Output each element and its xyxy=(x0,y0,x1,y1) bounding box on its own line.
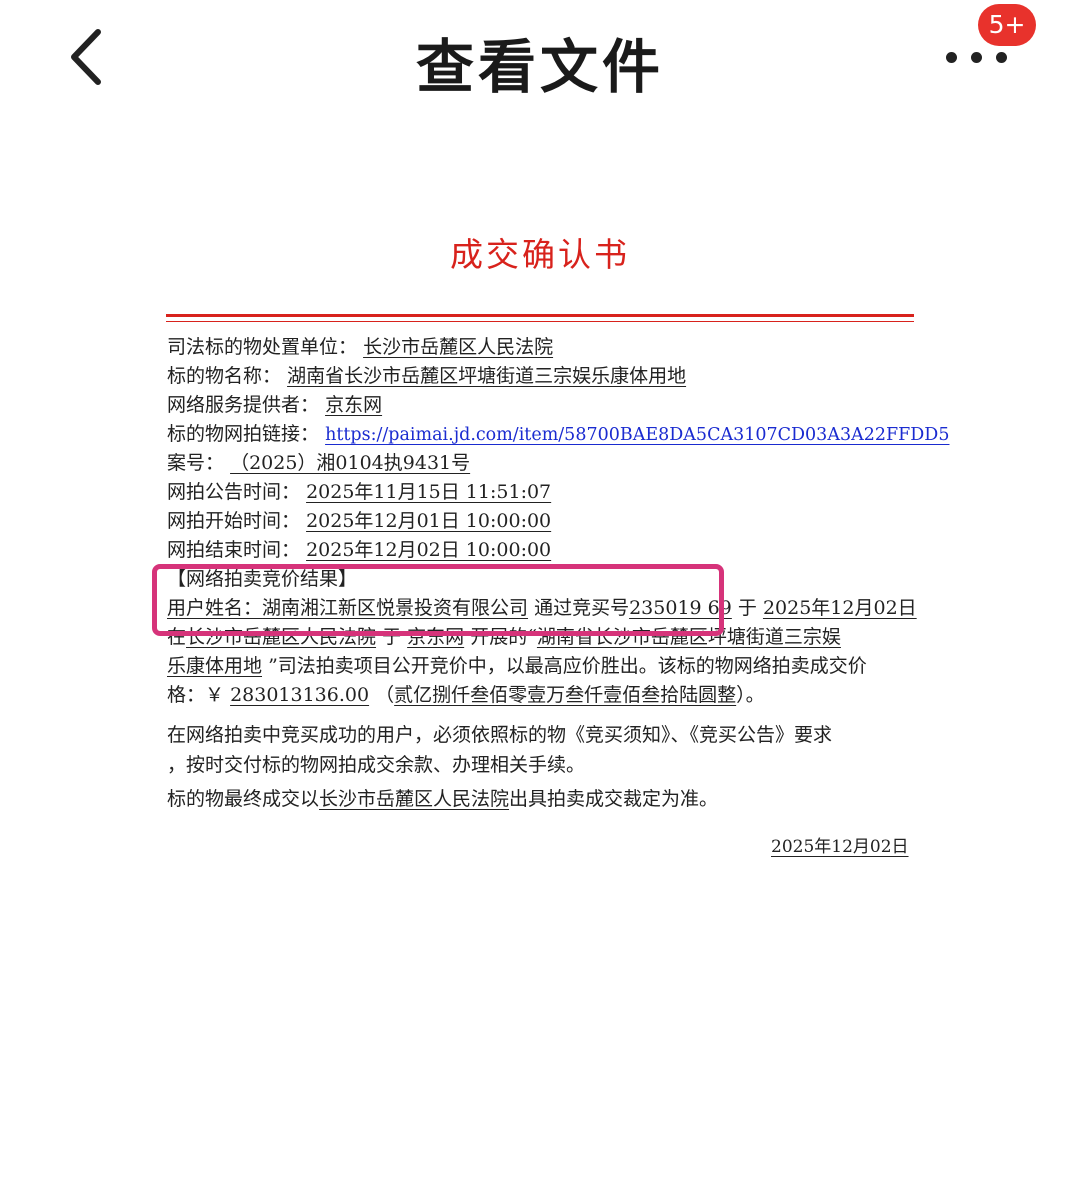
field-line: 网络服务提供者： 京东网 xyxy=(167,391,915,420)
field-value: （2025）湘0104执9431号 xyxy=(230,452,471,474)
field-line: 案号： （2025）湘0104执9431号 xyxy=(167,449,915,478)
more-dot xyxy=(971,52,982,63)
text-fragment: 出具拍卖成交裁定为准。 xyxy=(509,788,719,810)
field-label: 标的物名称： xyxy=(167,365,282,387)
notice-line: 在网络拍卖中竞买成功的用户，必须依照标的物《竞买须知》、《竞买公告》要求 xyxy=(167,724,833,746)
field-value: 京东网 xyxy=(325,394,383,416)
text-fragment: 标的物最终成交以 xyxy=(167,788,320,810)
field-label: 案号： xyxy=(167,452,225,474)
field-value: 湖南省长沙市岳麓区坪塘街道三宗娱乐康体用地 xyxy=(287,365,687,387)
field-line: 标的物名称： 湖南省长沙市岳麓区坪塘街道三宗娱乐康体用地 xyxy=(167,362,915,391)
highlight-annotation xyxy=(152,564,724,636)
field-label: 网拍公告时间： xyxy=(167,481,301,503)
item-name-part2: 乐康体用地 xyxy=(167,655,263,677)
text-fragment: ”司法拍卖项目公开竞价中，以最高应价胜出。该标的物网络拍卖成交价 xyxy=(268,655,867,677)
field-label: 网拍开始时间： xyxy=(167,510,301,532)
result-line-4: 格：￥ 283013136.00 （贰亿捌仟叁佰零壹万叁仟壹佰叁拾陆圆整）。 xyxy=(167,681,915,710)
more-dot xyxy=(996,52,1007,63)
price-in-words: 贰亿捌仟叁佰零壹万叁仟壹佰叁拾陆圆整 xyxy=(394,684,737,706)
auction-link[interactable]: https://paimai.jd.com/item/58700BAE8DA5C… xyxy=(325,425,949,445)
title-rule xyxy=(166,314,914,317)
title-rule-thin xyxy=(166,321,914,322)
field-label: 网拍结束时间： xyxy=(167,539,301,561)
more-horizontal-icon xyxy=(946,52,957,63)
field-value: 长沙市岳麓区人民法院 xyxy=(363,336,554,358)
field-line: 司法标的物处置单位： 长沙市岳麓区人民法院 xyxy=(167,333,915,362)
field-line: 网拍公告时间： 2025年11月15日 11:51:07 xyxy=(167,478,915,507)
field-line: 网拍开始时间： 2025年12月01日 10:00:00 xyxy=(167,507,915,536)
field-line: 网拍结束时间： 2025年12月02日 10:00:00 xyxy=(167,536,915,565)
text-fragment: （ xyxy=(375,684,395,706)
price-value: 283013136.00 xyxy=(230,684,370,706)
document-viewer[interactable]: 成交确认书 司法标的物处置单位： 长沙市岳麓区人民法院 标的物名称： 湖南省长沙… xyxy=(0,120,1080,1177)
field-line: 标的物网拍链接： https://paimai.jd.com/item/5870… xyxy=(167,420,949,450)
price-label: 格：￥ xyxy=(167,684,225,706)
signature-date: 2025年12月02日 xyxy=(771,833,911,862)
field-label: 网络服务提供者： xyxy=(167,394,320,416)
on-text: 于 xyxy=(737,597,757,619)
field-value: 2025年12月01日 10:00:00 xyxy=(306,510,552,532)
document-title: 成交确认书 xyxy=(450,235,630,274)
field-label: 标的物网拍链接： xyxy=(167,423,320,445)
field-value: 2025年11月15日 11:51:07 xyxy=(306,481,552,503)
final-court: 长沙市岳麓区人民法院 xyxy=(319,788,510,810)
sign-date: 2025年12月02日 xyxy=(771,837,909,857)
page-title: 查看文件 xyxy=(415,33,664,101)
result-date: 2025年12月02日 xyxy=(762,597,917,619)
final-line: 标的物最终成交以长沙市岳麓区人民法院出具拍卖成交裁定为准。 xyxy=(167,785,915,814)
field-label: 司法标的物处置单位： xyxy=(167,336,358,358)
top-app-bar: 查看文件 5+ xyxy=(0,0,1080,120)
text-fragment: ）。 xyxy=(736,684,765,706)
field-value: 2025年12月02日 10:00:00 xyxy=(306,539,552,561)
notice-line: ，按时交付标的物网拍成交余款、办理相关手续。 xyxy=(167,754,586,776)
result-line-3: 乐康体用地 ”司法拍卖项目公开竞价中，以最高应价胜出。该标的物网络拍卖成交价 xyxy=(167,652,915,681)
notification-badge: 5+ xyxy=(978,4,1036,46)
